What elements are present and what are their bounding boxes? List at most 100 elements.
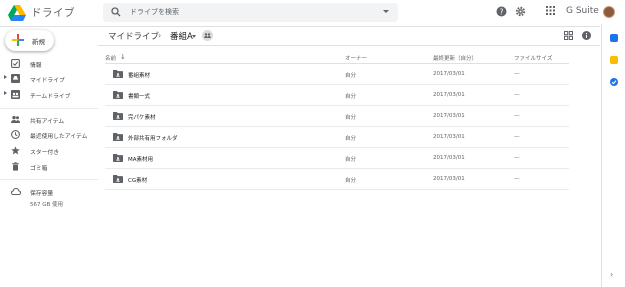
file-modified: 2017/03/01 bbox=[433, 71, 465, 77]
trash-icon bbox=[12, 162, 19, 171]
gsuite-label: G Suite bbox=[566, 6, 599, 16]
breadcrumb-current[interactable]: 番組A bbox=[170, 30, 193, 42]
apps-grid-icon[interactable] bbox=[546, 6, 555, 15]
file-size: — bbox=[514, 176, 520, 182]
search-icon bbox=[111, 7, 121, 17]
plus-icon bbox=[12, 34, 24, 46]
team-drive-icon bbox=[11, 90, 20, 99]
app-title: ドライブ bbox=[31, 7, 75, 19]
checkbox-icon bbox=[11, 59, 20, 68]
file-owner: 自分 bbox=[345, 73, 357, 79]
sidebar-item-starred[interactable]: スター付き bbox=[0, 143, 98, 158]
sidebar-item-label: 共有アイテム bbox=[30, 119, 65, 125]
file-owner: 自分 bbox=[345, 115, 357, 121]
sidebar-item-info[interactable]: 情報 bbox=[0, 56, 98, 71]
sidebar-item-label: 情報 bbox=[30, 63, 42, 69]
sidebar-item-label: ゴミ箱 bbox=[30, 166, 48, 172]
shared-folder-icon bbox=[113, 154, 123, 162]
help-icon[interactable]: ? bbox=[496, 6, 507, 17]
breadcrumb-chevron-icon: › bbox=[158, 31, 162, 40]
shared-folder-people-icon bbox=[202, 30, 213, 41]
shared-folder-icon bbox=[113, 91, 123, 99]
table-row[interactable]: CG素材 自分 2017/03/01 — bbox=[105, 169, 569, 190]
table-row[interactable]: 書類一式 自分 2017/03/01 — bbox=[105, 85, 569, 106]
file-name: 完パケ素材 bbox=[128, 115, 156, 121]
tasks-check-icon[interactable] bbox=[610, 78, 618, 86]
table-row[interactable]: 外部共有用フォルダ 自分 2017/03/01 — bbox=[105, 127, 569, 148]
file-modified: 2017/03/01 bbox=[433, 134, 465, 140]
sidebar-divider bbox=[0, 179, 98, 180]
settings-gear-icon[interactable] bbox=[515, 6, 526, 17]
file-name: 書類一式 bbox=[128, 94, 151, 100]
file-size: — bbox=[514, 113, 520, 119]
side-panel: › bbox=[601, 24, 625, 287]
drive-app: ドライブ ドライブを検索 ? G Suite 新規 情報 マイドライブ チームド… bbox=[0, 0, 625, 287]
shared-folder-icon bbox=[113, 175, 123, 183]
file-name: 外部共有用フォルダ bbox=[128, 136, 178, 142]
toolbar-divider bbox=[98, 45, 600, 46]
file-modified: 2017/03/01 bbox=[433, 155, 465, 161]
expand-panel-chevron-icon[interactable]: › bbox=[610, 270, 613, 279]
sidebar-item-recent[interactable]: 最近使用したアイテム bbox=[0, 127, 98, 142]
file-modified: 2017/03/01 bbox=[433, 113, 465, 119]
column-header-name[interactable]: 名前 bbox=[105, 54, 116, 62]
clock-icon bbox=[11, 130, 20, 139]
sidebar-item-my-drive[interactable]: マイドライブ bbox=[0, 71, 98, 86]
drive-logo-icon[interactable] bbox=[8, 5, 26, 21]
file-name: CG素材 bbox=[128, 178, 148, 184]
sidebar-item-label: チームドライブ bbox=[30, 94, 71, 100]
people-icon bbox=[11, 115, 20, 123]
sidebar-item-team-drive[interactable]: チームドライブ bbox=[0, 87, 98, 102]
cloud-icon bbox=[11, 187, 21, 195]
file-modified: 2017/03/01 bbox=[433, 92, 465, 98]
shared-folder-icon bbox=[113, 133, 123, 141]
search-bar[interactable]: ドライブを検索 bbox=[103, 3, 398, 22]
keep-notes-icon[interactable] bbox=[610, 56, 618, 64]
sidebar-item-label: 最近使用したアイテム bbox=[30, 134, 88, 140]
sidebar-item-label: 保存容量 bbox=[30, 191, 54, 197]
table-row[interactable]: MA素材用 自分 2017/03/01 — bbox=[105, 148, 569, 169]
shared-folder-icon bbox=[113, 112, 123, 120]
sidebar-item-label: マイドライブ bbox=[30, 78, 65, 84]
calendar-icon[interactable] bbox=[610, 34, 618, 42]
sidebar-item-label: スター付き bbox=[30, 150, 59, 156]
top-bar: ドライブ ドライブを検索 ? G Suite bbox=[0, 0, 625, 24]
column-header-owner: オーナー bbox=[345, 56, 368, 62]
account-avatar[interactable] bbox=[603, 6, 615, 18]
file-owner: 自分 bbox=[345, 136, 357, 142]
info-icon[interactable] bbox=[582, 31, 591, 40]
sidebar-divider bbox=[0, 108, 98, 109]
sidebar-item-trash[interactable]: ゴミ箱 bbox=[0, 159, 98, 174]
breadcrumb-root[interactable]: マイドライブ bbox=[108, 30, 159, 42]
svg-text:?: ? bbox=[500, 7, 504, 16]
file-modified: 2017/03/01 bbox=[433, 176, 465, 182]
star-icon bbox=[11, 146, 20, 155]
file-size: — bbox=[514, 71, 520, 77]
expand-arrow-icon[interactable] bbox=[4, 91, 7, 95]
storage-usage-text: 567 GB 使用 bbox=[30, 202, 64, 208]
file-size: — bbox=[514, 92, 520, 98]
column-header-size: ファイルサイズ bbox=[514, 56, 553, 62]
new-button[interactable]: 新規 bbox=[5, 30, 54, 51]
expand-arrow-icon[interactable] bbox=[4, 75, 7, 79]
table-row[interactable]: 完パケ素材 自分 2017/03/01 — bbox=[105, 106, 569, 127]
column-header-modified[interactable]: 最終更新（自分） bbox=[433, 54, 477, 62]
folder-menu-chevron-icon[interactable] bbox=[192, 35, 196, 38]
search-options-icon[interactable] bbox=[383, 10, 389, 13]
header-divider bbox=[0, 26, 600, 27]
file-name: 番組素材 bbox=[128, 73, 151, 79]
search-input[interactable]: ドライブを検索 bbox=[130, 7, 179, 17]
new-button-label: 新規 bbox=[32, 38, 45, 46]
file-owner: 自分 bbox=[345, 94, 357, 100]
table-row[interactable]: 番組素材 自分 2017/03/01 — bbox=[105, 64, 569, 85]
sort-down-arrow-icon[interactable]: ↓ bbox=[120, 53, 126, 61]
sidebar-item-shared[interactable]: 共有アイテム bbox=[0, 112, 98, 127]
shared-folder-icon bbox=[113, 70, 123, 78]
my-drive-icon bbox=[11, 74, 20, 83]
file-size: — bbox=[514, 155, 520, 161]
file-owner: 自分 bbox=[345, 157, 357, 163]
file-owner: 自分 bbox=[345, 178, 357, 184]
grid-view-icon[interactable] bbox=[564, 31, 573, 40]
file-size: — bbox=[514, 134, 520, 140]
sidebar-item-storage[interactable]: 保存容量 bbox=[0, 184, 98, 199]
